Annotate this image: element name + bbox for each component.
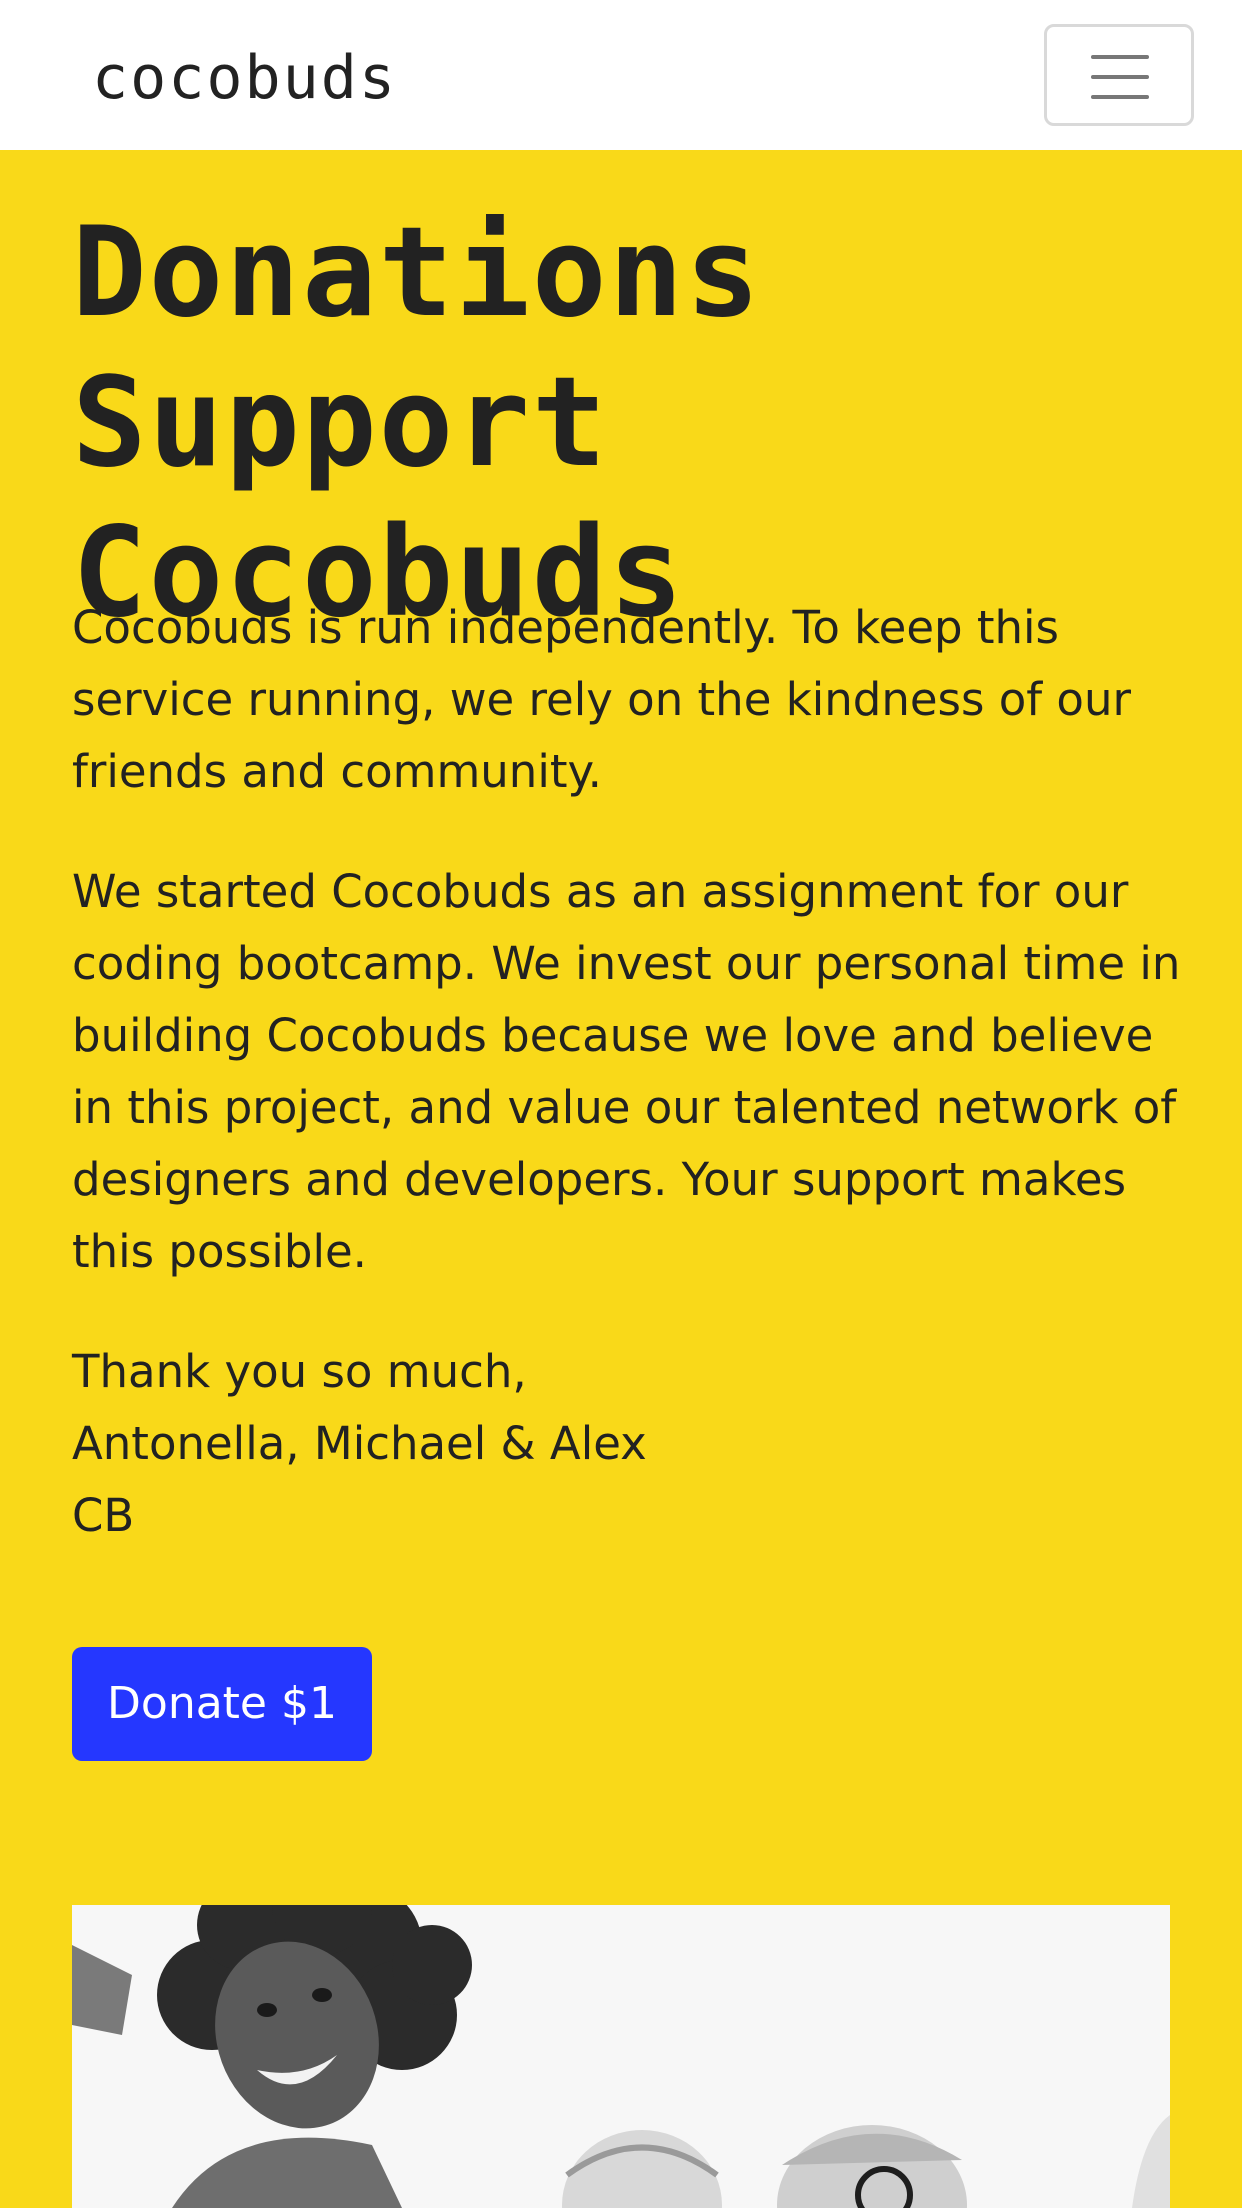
signoff-names: Antonella, Michael & Alex	[72, 1417, 647, 1470]
hamburger-menu-icon-bar	[1091, 75, 1149, 79]
menu-toggle-button[interactable]	[1044, 24, 1194, 126]
brand-logo[interactable]: cocobuds	[92, 40, 397, 116]
intro-paragraph: Cocobuds is run independently. To keep t…	[72, 601, 1131, 798]
hamburger-menu-icon	[1091, 55, 1149, 59]
page-title: Donations Support Cocobuds	[72, 201, 762, 645]
signoff-thanks: Thank you so much,	[72, 1345, 527, 1398]
navbar: cocobuds	[0, 0, 1242, 150]
story-paragraph: We started Cocobuds as an assignment for…	[72, 865, 1181, 1278]
team-photo-image	[72, 1905, 1170, 2208]
hamburger-menu-icon-bar	[1091, 95, 1149, 99]
signoff-initials: CB	[72, 1489, 135, 1542]
donate-button[interactable]: Donate $1	[72, 1647, 372, 1761]
team-photo	[72, 1905, 1170, 2208]
signoff: Thank you so much, Antonella, Michael & …	[72, 1336, 1182, 1552]
